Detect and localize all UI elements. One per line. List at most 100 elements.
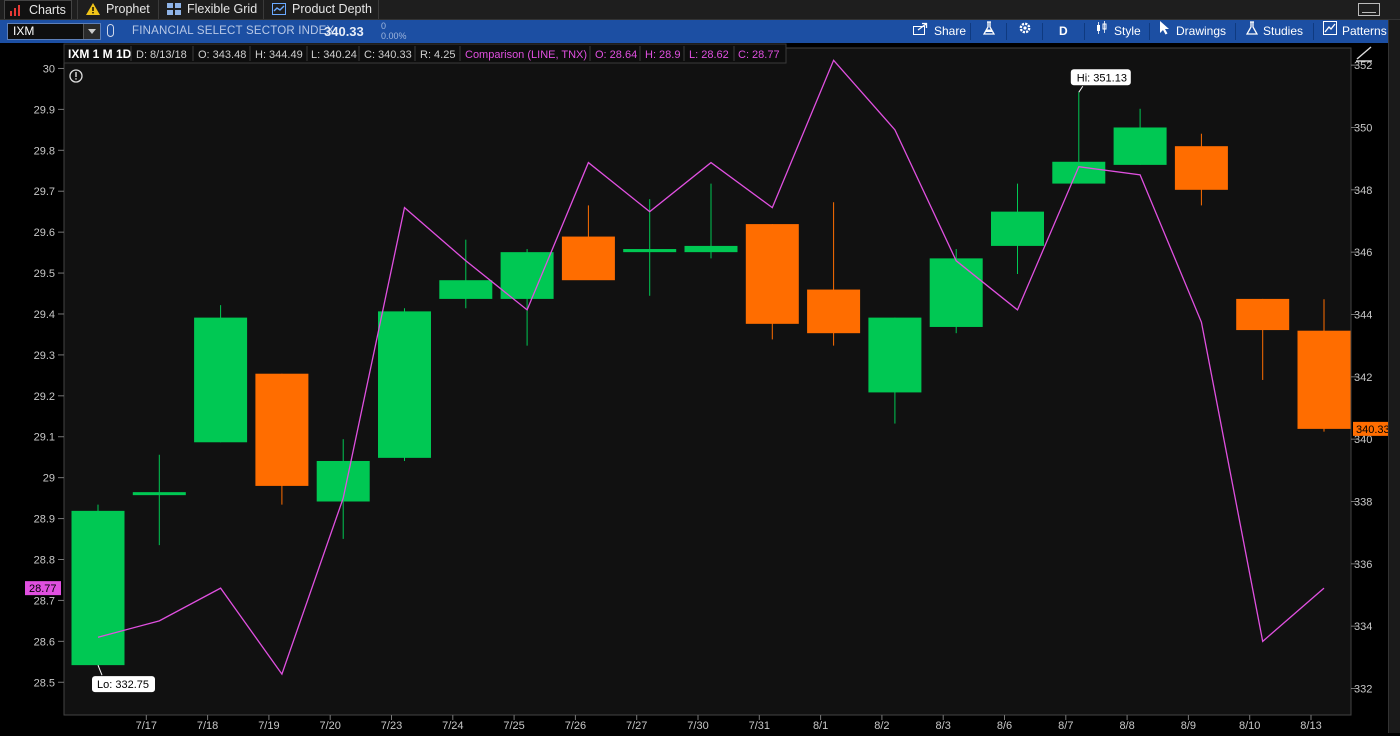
- candle-body[interactable]: [623, 249, 677, 253]
- chevron-down-icon[interactable]: [83, 24, 100, 39]
- left-axis-label: 29.1: [34, 432, 55, 444]
- candle-body[interactable]: [684, 245, 738, 253]
- tab-product-depth[interactable]: Product Depth: [268, 0, 378, 19]
- bar-chart-icon: [9, 3, 23, 16]
- x-axis-label: 7/17: [136, 720, 157, 732]
- studies-button[interactable]: Studies: [1245, 20, 1304, 43]
- x-axis-label: 8/8: [1119, 720, 1134, 732]
- candle-body[interactable]: [868, 317, 922, 393]
- drawings-label: Drawings: [1176, 24, 1227, 38]
- left-axis-label: 28.9: [34, 514, 55, 526]
- symbol-selector[interactable]: IXM: [7, 23, 101, 40]
- left-axis-label: 29.6: [34, 227, 55, 239]
- expand-icon[interactable]: [1356, 46, 1372, 62]
- grid-icon: [167, 2, 181, 15]
- candle-body[interactable]: [1052, 161, 1106, 184]
- left-axis-label: 30: [43, 63, 55, 75]
- chart-scrollbar[interactable]: [1388, 20, 1400, 733]
- candle-body[interactable]: [561, 236, 615, 281]
- x-axis-label: 7/27: [626, 720, 647, 732]
- right-axis-label: 332: [1354, 684, 1372, 696]
- x-axis-label: 7/24: [442, 720, 463, 732]
- header-open: O: 343.48: [198, 49, 246, 61]
- left-axis-label: 28.6: [34, 636, 55, 648]
- last-price: 340.33: [324, 24, 364, 39]
- style-button[interactable]: Style: [1095, 20, 1141, 43]
- comparison-label: Comparison (LINE, TNX): [465, 49, 587, 61]
- x-axis-label: 8/2: [874, 720, 889, 732]
- instrument-name: FINANCIAL SELECT SECTOR INDEX: [132, 25, 335, 37]
- right-axis-label: 352: [1354, 60, 1372, 72]
- left-axis-label: 28.7: [34, 595, 55, 607]
- share-label: Share: [934, 24, 967, 38]
- price-chart[interactable]: 28.5 28.6 28.7 28.8 28.9 29 29.1 29.2 29.3 29.4 29…: [0, 43, 1391, 733]
- style-icon: [1095, 20, 1109, 43]
- candle-body[interactable]: [500, 252, 554, 299]
- right-axis-label: 346: [1354, 247, 1372, 259]
- x-axis-label: 7/26: [565, 720, 586, 732]
- comparison-low: L: 28.62: [689, 49, 729, 61]
- minimize-icon[interactable]: [1358, 3, 1380, 16]
- right-axis-label: 348: [1354, 185, 1372, 197]
- candle-body[interactable]: [1297, 330, 1351, 429]
- candle-body[interactable]: [745, 224, 799, 324]
- x-axis-label: 8/7: [1058, 720, 1073, 732]
- chart-toolbar: IXM FINANCIAL SELECT SECTOR INDEX 340.33…: [0, 20, 1388, 43]
- product-depth-icon: [272, 2, 286, 15]
- left-axis-label: 29.7: [34, 186, 55, 198]
- drawings-button[interactable]: Drawings: [1159, 20, 1226, 43]
- x-axis-label: 7/18: [197, 720, 218, 732]
- candle-body[interactable]: [439, 280, 493, 299]
- x-axis-label: 8/3: [936, 720, 951, 732]
- candle-body[interactable]: [991, 211, 1044, 246]
- left-axis-label: 29.8: [34, 145, 55, 157]
- candle-body[interactable]: [378, 311, 431, 458]
- candle-body[interactable]: [1174, 146, 1228, 190]
- high-label: Hi: 351.13: [1077, 72, 1127, 84]
- chart-canvas[interactable]: 28.5 28.6 28.7 28.8 28.9 29 29.1 29.2 29.3 29.4 29…: [0, 43, 1391, 733]
- aggregation-button[interactable]: D: [1059, 20, 1068, 43]
- right-axis-label: 340: [1354, 434, 1372, 446]
- candle-body[interactable]: [807, 289, 861, 334]
- low-label: Lo: 332.75: [97, 679, 149, 691]
- comparison-open: O: 28.64: [595, 49, 637, 61]
- tab-prophet-label: Prophet: [106, 2, 150, 16]
- cursor-icon: [1159, 20, 1171, 43]
- candle-body[interactable]: [1236, 298, 1290, 331]
- patterns-button[interactable]: Patterns: [1323, 20, 1387, 43]
- header-range: R: 4.25: [420, 49, 455, 61]
- candle-body[interactable]: [929, 258, 983, 327]
- candle-body[interactable]: [255, 373, 309, 486]
- candle-body[interactable]: [71, 510, 125, 666]
- last-price-tag: 340.33: [1356, 424, 1388, 436]
- candle-body[interactable]: [1113, 127, 1167, 165]
- x-axis-label: 7/20: [319, 720, 340, 732]
- x-axis-label: 7/31: [749, 720, 770, 732]
- net-change: 0: [381, 21, 387, 31]
- left-axis-label: 29.4: [34, 309, 55, 321]
- left-axis-label: 29.3: [34, 350, 55, 362]
- candle-body[interactable]: [194, 317, 248, 443]
- x-axis-label: 8/1: [813, 720, 828, 732]
- candle-body[interactable]: [132, 492, 186, 496]
- flask-button[interactable]: [982, 20, 1000, 43]
- tab-prophet[interactable]: Prophet: [82, 0, 157, 19]
- style-label: Style: [1114, 24, 1141, 38]
- right-axis-label: 350: [1354, 122, 1372, 134]
- tab-flexible-grid[interactable]: Flexible Grid: [163, 0, 259, 19]
- x-axis-label: 8/6: [997, 720, 1012, 732]
- header-date: D: 8/13/18: [136, 49, 187, 61]
- comparison-high: H: 28.9: [645, 49, 680, 61]
- left-axis-label: 29: [43, 473, 55, 485]
- link-icon[interactable]: [107, 24, 114, 37]
- settings-button[interactable]: [1018, 20, 1037, 43]
- warning-icon: [86, 2, 100, 15]
- percent-change: 0.00%: [381, 31, 407, 41]
- x-axis-label: 7/19: [258, 720, 279, 732]
- studies-label: Studies: [1263, 24, 1304, 38]
- comparison-tag: 28.77: [29, 583, 57, 595]
- share-button[interactable]: Share: [913, 20, 966, 43]
- tab-charts[interactable]: Charts: [4, 0, 72, 19]
- left-axis-label: 29.9: [34, 104, 55, 116]
- patterns-label: Patterns: [1342, 24, 1387, 38]
